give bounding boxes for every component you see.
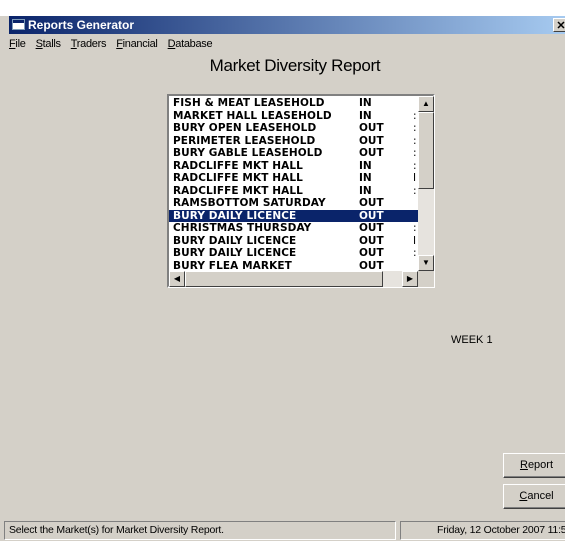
scrollbar-corner (418, 271, 434, 287)
list-item[interactable]: RAMSBOTTOM SATURDAY OUT (169, 197, 418, 210)
list-item[interactable]: BURY DAILY LICENCE OUT: (169, 247, 418, 260)
list-item[interactable]: BURY OPEN LEASEHOLD OUT: (169, 122, 418, 135)
menu-file[interactable]: File (9, 38, 26, 50)
vertical-scrollbar[interactable]: ▲ ▼ (418, 96, 434, 271)
status-bar: Select the Market(s) for Market Diversit… (0, 519, 565, 541)
title-bar[interactable]: Reports Generator ✕ (9, 16, 565, 34)
week-label: WEEK 1 (451, 334, 493, 346)
scroll-left-icon[interactable]: ◀ (169, 271, 185, 287)
menu-bar: File Stalls Traders Financial Database (9, 36, 219, 52)
report-button[interactable]: Report (503, 453, 565, 478)
scroll-down-icon[interactable]: ▼ (418, 255, 434, 271)
horizontal-scroll-thumb[interactable] (185, 271, 383, 287)
vertical-scroll-thumb[interactable] (418, 112, 434, 189)
app-window-icon (12, 19, 25, 30)
list-item[interactable]: PERIMETER LEASEHOLD OUT: (169, 135, 418, 148)
reports-generator-window: Reports Generator ✕ File Stalls Traders … (0, 0, 565, 541)
top-white-strip (0, 0, 565, 16)
menu-financial[interactable]: Financial (116, 38, 158, 50)
close-icon[interactable]: ✕ (553, 18, 565, 32)
list-item[interactable]: MARKET HALL LEASEHOLD IN: (169, 110, 418, 123)
horizontal-scrollbar[interactable]: ◀ ▶ (169, 271, 418, 287)
status-datetime: Friday, 12 October 2007 11:51 AM (400, 521, 565, 540)
list-item-selected[interactable]: BURY DAILY LICENCE OUT (169, 209, 418, 222)
list-item[interactable]: RADCLIFFE MKT HALL IN I (169, 172, 418, 185)
scroll-right-icon[interactable]: ▶ (402, 271, 418, 287)
market-list-rows: FISH & MEAT LEASEHOLD IN MARKET HALL LEAS… (169, 96, 418, 271)
menu-stalls[interactable]: Stalls (36, 38, 61, 50)
menu-traders[interactable]: Traders (71, 38, 107, 50)
status-message: Select the Market(s) for Market Diversit… (4, 521, 396, 540)
list-item[interactable]: RADCLIFFE MKT HALL IN: (169, 185, 418, 198)
list-item[interactable]: BURY DAILY LICENCE OUT I (169, 235, 418, 248)
list-item[interactable]: RADCLIFFE MKT HALL IN: (169, 160, 418, 173)
scroll-up-icon[interactable]: ▲ (418, 96, 434, 112)
list-item[interactable]: FISH & MEAT LEASEHOLD IN (169, 97, 418, 110)
list-item[interactable]: CHRISTMAS THURSDAY OUT: (169, 222, 418, 235)
page-title: Market Diversity Report (209, 56, 381, 75)
window-title: Reports Generator (28, 18, 135, 32)
cancel-button[interactable]: Cancel (503, 484, 565, 509)
market-listbox[interactable]: FISH & MEAT LEASEHOLD IN MARKET HALL LEAS… (167, 94, 435, 288)
list-item[interactable]: BURY GABLE LEASEHOLD OUT: (169, 147, 418, 160)
list-item[interactable]: BURY FLEA MARKET OUT (169, 260, 418, 272)
menu-database[interactable]: Database (168, 38, 213, 50)
